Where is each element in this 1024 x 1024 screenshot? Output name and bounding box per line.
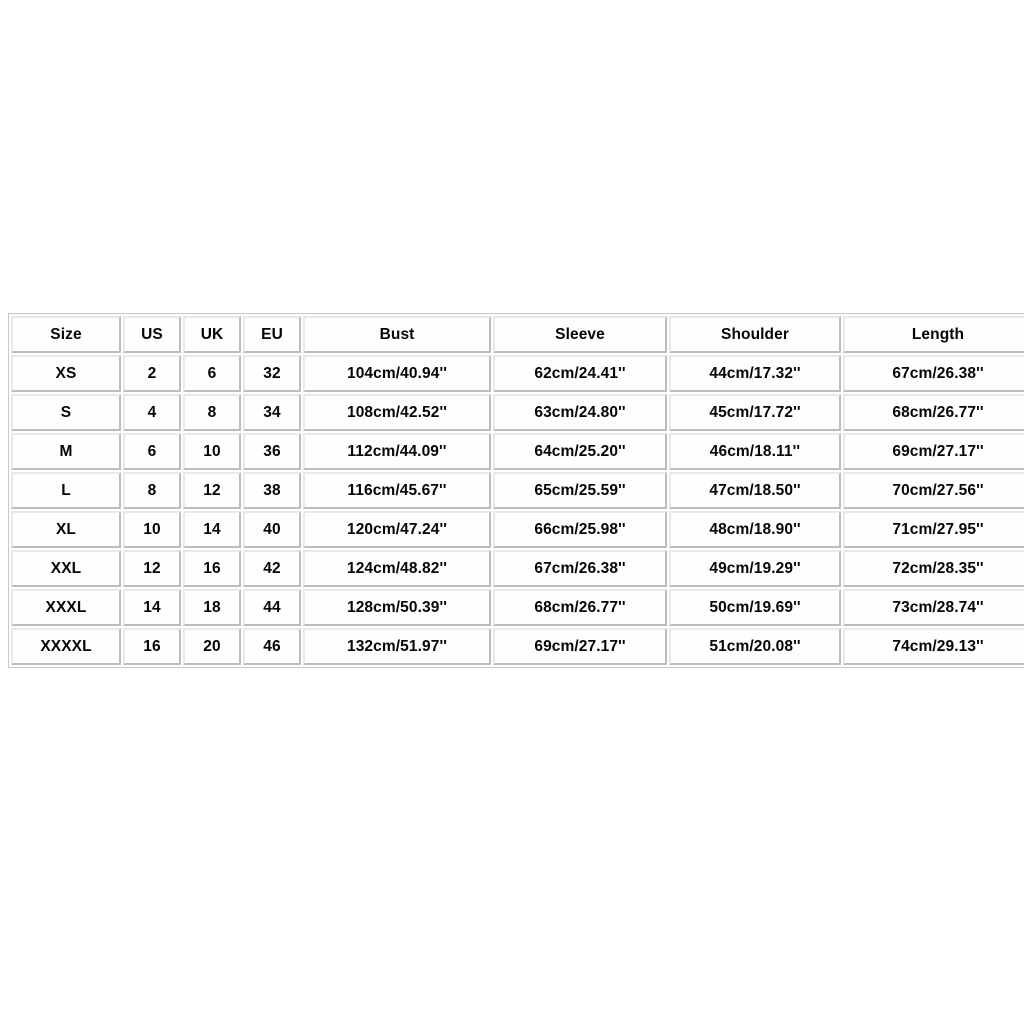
column-header-eu: EU <box>243 316 301 353</box>
column-header-uk: UK <box>183 316 241 353</box>
cell-bust: 120cm/47.24'' <box>303 511 491 548</box>
cell-us: 10 <box>123 511 181 548</box>
table-row: M 6 10 36 112cm/44.09'' 64cm/25.20'' 46c… <box>11 433 1024 470</box>
cell-eu: 42 <box>243 550 301 587</box>
cell-bust: 124cm/48.82'' <box>303 550 491 587</box>
cell-uk: 10 <box>183 433 241 470</box>
column-header-sleeve: Sleeve <box>493 316 667 353</box>
cell-us: 16 <box>123 628 181 665</box>
cell-eu: 34 <box>243 394 301 431</box>
cell-uk: 6 <box>183 355 241 392</box>
cell-sleeve: 65cm/25.59'' <box>493 472 667 509</box>
cell-length: 69cm/27.17'' <box>843 433 1024 470</box>
cell-uk: 18 <box>183 589 241 626</box>
cell-shoulder: 47cm/18.50'' <box>669 472 841 509</box>
cell-uk: 12 <box>183 472 241 509</box>
cell-shoulder: 49cm/19.29'' <box>669 550 841 587</box>
cell-bust: 108cm/42.52'' <box>303 394 491 431</box>
cell-us: 8 <box>123 472 181 509</box>
cell-eu: 44 <box>243 589 301 626</box>
cell-shoulder: 51cm/20.08'' <box>669 628 841 665</box>
cell-size: S <box>11 394 121 431</box>
cell-bust: 116cm/45.67'' <box>303 472 491 509</box>
cell-length: 72cm/28.35'' <box>843 550 1024 587</box>
cell-us: 14 <box>123 589 181 626</box>
cell-bust: 104cm/40.94'' <box>303 355 491 392</box>
cell-shoulder: 45cm/17.72'' <box>669 394 841 431</box>
cell-uk: 14 <box>183 511 241 548</box>
cell-sleeve: 69cm/27.17'' <box>493 628 667 665</box>
size-chart-body: Size US UK EU Bust Sleeve Shoulder Lengt… <box>11 316 1024 665</box>
cell-eu: 36 <box>243 433 301 470</box>
cell-shoulder: 48cm/18.90'' <box>669 511 841 548</box>
cell-size: XS <box>11 355 121 392</box>
cell-size: XXXL <box>11 589 121 626</box>
cell-sleeve: 62cm/24.41'' <box>493 355 667 392</box>
table-row: L 8 12 38 116cm/45.67'' 65cm/25.59'' 47c… <box>11 472 1024 509</box>
cell-length: 67cm/26.38'' <box>843 355 1024 392</box>
cell-sleeve: 63cm/24.80'' <box>493 394 667 431</box>
table-row: XXXXL 16 20 46 132cm/51.97'' 69cm/27.17'… <box>11 628 1024 665</box>
cell-sleeve: 66cm/25.98'' <box>493 511 667 548</box>
cell-eu: 46 <box>243 628 301 665</box>
column-header-length: Length <box>843 316 1024 353</box>
table-row: XXL 12 16 42 124cm/48.82'' 67cm/26.38'' … <box>11 550 1024 587</box>
cell-size: M <box>11 433 121 470</box>
table-row: S 4 8 34 108cm/42.52'' 63cm/24.80'' 45cm… <box>11 394 1024 431</box>
table-header-row: Size US UK EU Bust Sleeve Shoulder Lengt… <box>11 316 1024 353</box>
column-header-us: US <box>123 316 181 353</box>
cell-uk: 8 <box>183 394 241 431</box>
cell-length: 73cm/28.74'' <box>843 589 1024 626</box>
table-row: XL 10 14 40 120cm/47.24'' 66cm/25.98'' 4… <box>11 511 1024 548</box>
cell-length: 74cm/29.13'' <box>843 628 1024 665</box>
cell-shoulder: 44cm/17.32'' <box>669 355 841 392</box>
cell-length: 68cm/26.77'' <box>843 394 1024 431</box>
cell-eu: 32 <box>243 355 301 392</box>
cell-size: L <box>11 472 121 509</box>
cell-us: 6 <box>123 433 181 470</box>
cell-length: 71cm/27.95'' <box>843 511 1024 548</box>
column-header-shoulder: Shoulder <box>669 316 841 353</box>
cell-us: 2 <box>123 355 181 392</box>
size-chart-table: Size US UK EU Bust Sleeve Shoulder Lengt… <box>8 313 1024 668</box>
cell-eu: 38 <box>243 472 301 509</box>
cell-sleeve: 64cm/25.20'' <box>493 433 667 470</box>
column-header-bust: Bust <box>303 316 491 353</box>
cell-length: 70cm/27.56'' <box>843 472 1024 509</box>
cell-uk: 16 <box>183 550 241 587</box>
cell-size: XXL <box>11 550 121 587</box>
cell-sleeve: 67cm/26.38'' <box>493 550 667 587</box>
cell-sleeve: 68cm/26.77'' <box>493 589 667 626</box>
cell-bust: 132cm/51.97'' <box>303 628 491 665</box>
column-header-size: Size <box>11 316 121 353</box>
table-row: XS 2 6 32 104cm/40.94'' 62cm/24.41'' 44c… <box>11 355 1024 392</box>
cell-size: XXXXL <box>11 628 121 665</box>
cell-bust: 128cm/50.39'' <box>303 589 491 626</box>
cell-uk: 20 <box>183 628 241 665</box>
cell-eu: 40 <box>243 511 301 548</box>
cell-size: XL <box>11 511 121 548</box>
table-row: XXXL 14 18 44 128cm/50.39'' 68cm/26.77''… <box>11 589 1024 626</box>
cell-shoulder: 46cm/18.11'' <box>669 433 841 470</box>
cell-shoulder: 50cm/19.69'' <box>669 589 841 626</box>
cell-bust: 112cm/44.09'' <box>303 433 491 470</box>
size-chart-container: Size US UK EU Bust Sleeve Shoulder Lengt… <box>8 313 1024 668</box>
cell-us: 12 <box>123 550 181 587</box>
cell-us: 4 <box>123 394 181 431</box>
